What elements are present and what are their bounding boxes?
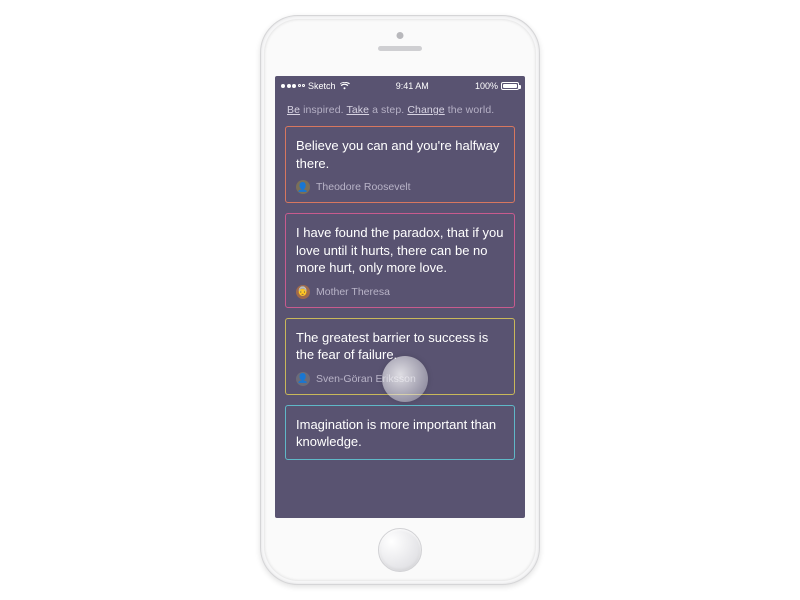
quote-author-row: 👤 Theodore Roosevelt — [296, 180, 504, 194]
quote-card[interactable]: Imagination is more important than knowl… — [285, 405, 515, 460]
battery-icon — [501, 82, 519, 90]
quote-text: Imagination is more important than knowl… — [296, 416, 504, 451]
app-tagline: Be inspired. Take a step. Change the wor… — [275, 94, 525, 126]
earpiece-speaker — [378, 46, 422, 51]
tagline-word-change: Change — [407, 104, 444, 116]
quote-card[interactable]: Believe you can and you're halfway there… — [285, 126, 515, 203]
carrier-label: Sketch — [308, 81, 336, 91]
status-left: Sketch — [281, 81, 350, 91]
avatar: 👵 — [296, 285, 310, 299]
wifi-icon — [339, 82, 350, 90]
status-time: 9:41 AM — [396, 81, 429, 91]
phone-screen: Sketch 9:41 AM 100% Be inspired. Take a … — [275, 76, 525, 518]
author-name: Sven-Göran Eriksson — [316, 373, 416, 385]
battery-pct: 100% — [475, 81, 498, 91]
iphone-frame: Sketch 9:41 AM 100% Be inspired. Take a … — [260, 15, 540, 585]
avatar: 👤 — [296, 180, 310, 194]
quote-author-row: 👵 Mother Theresa — [296, 285, 504, 299]
status-right: 100% — [475, 81, 519, 91]
home-button[interactable] — [378, 528, 422, 572]
status-bar: Sketch 9:41 AM 100% — [275, 78, 525, 94]
author-name: Mother Theresa — [316, 286, 390, 298]
quote-text: Believe you can and you're halfway there… — [296, 137, 504, 172]
tagline-word-be: Be — [287, 104, 300, 116]
tagline-word-take: Take — [346, 104, 369, 116]
author-name: Theodore Roosevelt — [316, 181, 411, 193]
avatar: 👤 — [296, 372, 310, 386]
quote-author-row: 👤 Sven-Göran Eriksson — [296, 372, 504, 386]
quote-card[interactable]: I have found the paradox, that if you lo… — [285, 213, 515, 308]
front-camera — [397, 32, 404, 39]
quote-text: The greatest barrier to success is the f… — [296, 329, 504, 364]
signal-dots-icon — [281, 84, 305, 88]
quote-text: I have found the paradox, that if you lo… — [296, 224, 504, 277]
quote-list[interactable]: Believe you can and you're halfway there… — [275, 126, 525, 470]
quote-card[interactable]: The greatest barrier to success is the f… — [285, 318, 515, 395]
